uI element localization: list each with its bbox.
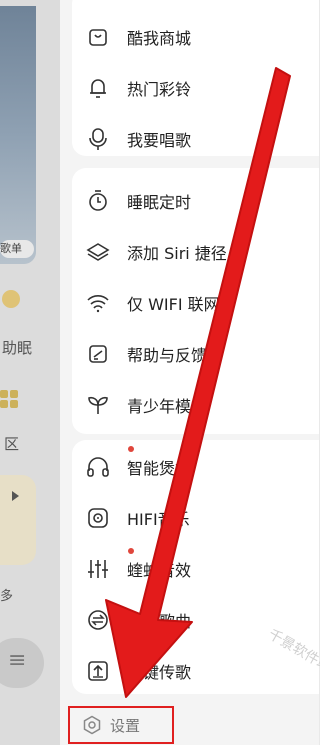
microphone-icon xyxy=(86,127,110,151)
sleep-label: 助眠 xyxy=(2,339,33,357)
menu-pill-icon xyxy=(0,638,44,688)
menu-item-label: 蝰蛇音效 xyxy=(127,561,192,580)
menu-item-label: 仅 WIFI 联网 xyxy=(127,295,220,314)
bell-icon xyxy=(86,76,110,100)
menu-item-sleep-timer[interactable]: 睡眠定时 xyxy=(72,176,319,226)
menu-item-ringtone[interactable]: 热门彩铃 xyxy=(72,63,319,113)
play-icon xyxy=(0,475,36,565)
menu-item-label: 互传歌曲 xyxy=(127,612,192,631)
playlist-cover: 歌单 xyxy=(0,6,36,264)
settings-button[interactable]: 设置 xyxy=(68,706,174,744)
menu-item-label: 热门彩铃 xyxy=(127,80,192,99)
menu-item-label: 我要唱歌 xyxy=(127,131,192,150)
gear-icon xyxy=(82,715,102,735)
grid-icon xyxy=(0,390,18,414)
menu-item-label: 青少年模式 xyxy=(127,397,208,416)
side-drawer: 酷我商城 热门彩铃 我要唱歌 睡眠定时 添加 Siri 捷径 仅 WIFI 联网… xyxy=(60,0,320,745)
menu-item-smart-burnin[interactable]: 智能煲机 xyxy=(72,442,319,492)
menu-item-viper-sound[interactable]: 蝰蛇音效 xyxy=(72,544,319,594)
notification-badge xyxy=(128,446,134,452)
background-app: 歌单 助眠 区 多 xyxy=(0,0,60,745)
menu-group-3: 智能煲机 HIFI音乐 蝰蛇音效 互传歌曲 一键传歌 xyxy=(72,440,319,694)
upload-icon xyxy=(86,659,110,683)
menu-group-1: 酷我商城 热门彩铃 我要唱歌 xyxy=(72,0,319,156)
playlist-tag: 歌单 xyxy=(0,240,34,258)
transfer-icon xyxy=(86,608,110,632)
sprout-icon xyxy=(86,393,110,417)
menu-item-label: 酷我商城 xyxy=(127,29,192,48)
menu-item-shop[interactable]: 酷我商城 xyxy=(72,12,319,62)
menu-item-label: 添加 Siri 捷径 xyxy=(127,244,227,263)
notification-badge xyxy=(128,548,134,554)
menu-item-label: 一键传歌 xyxy=(127,663,192,682)
zone-label: 区 xyxy=(4,435,20,453)
menu-item-label: 智能煲机 xyxy=(127,459,192,478)
menu-item-label: 睡眠定时 xyxy=(127,193,192,212)
menu-item-siri[interactable]: 添加 Siri 捷径 xyxy=(72,227,319,277)
headphones-icon xyxy=(86,455,110,479)
disc-icon xyxy=(86,506,110,530)
timer-icon xyxy=(86,189,110,213)
feedback-icon xyxy=(86,342,110,366)
menu-item-label: 帮助与反馈 xyxy=(127,346,208,365)
menu-item-help-feedback[interactable]: 帮助与反馈 xyxy=(72,329,319,379)
more-label: 多 xyxy=(0,589,14,604)
menu-group-2: 睡眠定时 添加 Siri 捷径 仅 WIFI 联网 帮助与反馈 青少年模式 xyxy=(72,168,319,434)
menu-item-label: HIFI音乐 xyxy=(127,510,190,529)
menu-item-sing[interactable]: 我要唱歌 xyxy=(72,114,319,164)
menu-item-hifi[interactable]: HIFI音乐 xyxy=(72,493,319,543)
menu-item-one-tap-transfer[interactable]: 一键传歌 xyxy=(72,646,319,696)
layers-icon xyxy=(86,240,110,264)
equalizer-icon xyxy=(86,557,110,581)
wifi-icon xyxy=(86,291,110,315)
settings-label: 设置 xyxy=(110,716,141,735)
moon-icon xyxy=(2,290,20,308)
menu-item-wifi[interactable]: 仅 WIFI 联网 xyxy=(72,278,319,328)
menu-item-teen-mode[interactable]: 青少年模式 xyxy=(72,380,319,430)
shopping-bag-icon xyxy=(86,25,110,49)
